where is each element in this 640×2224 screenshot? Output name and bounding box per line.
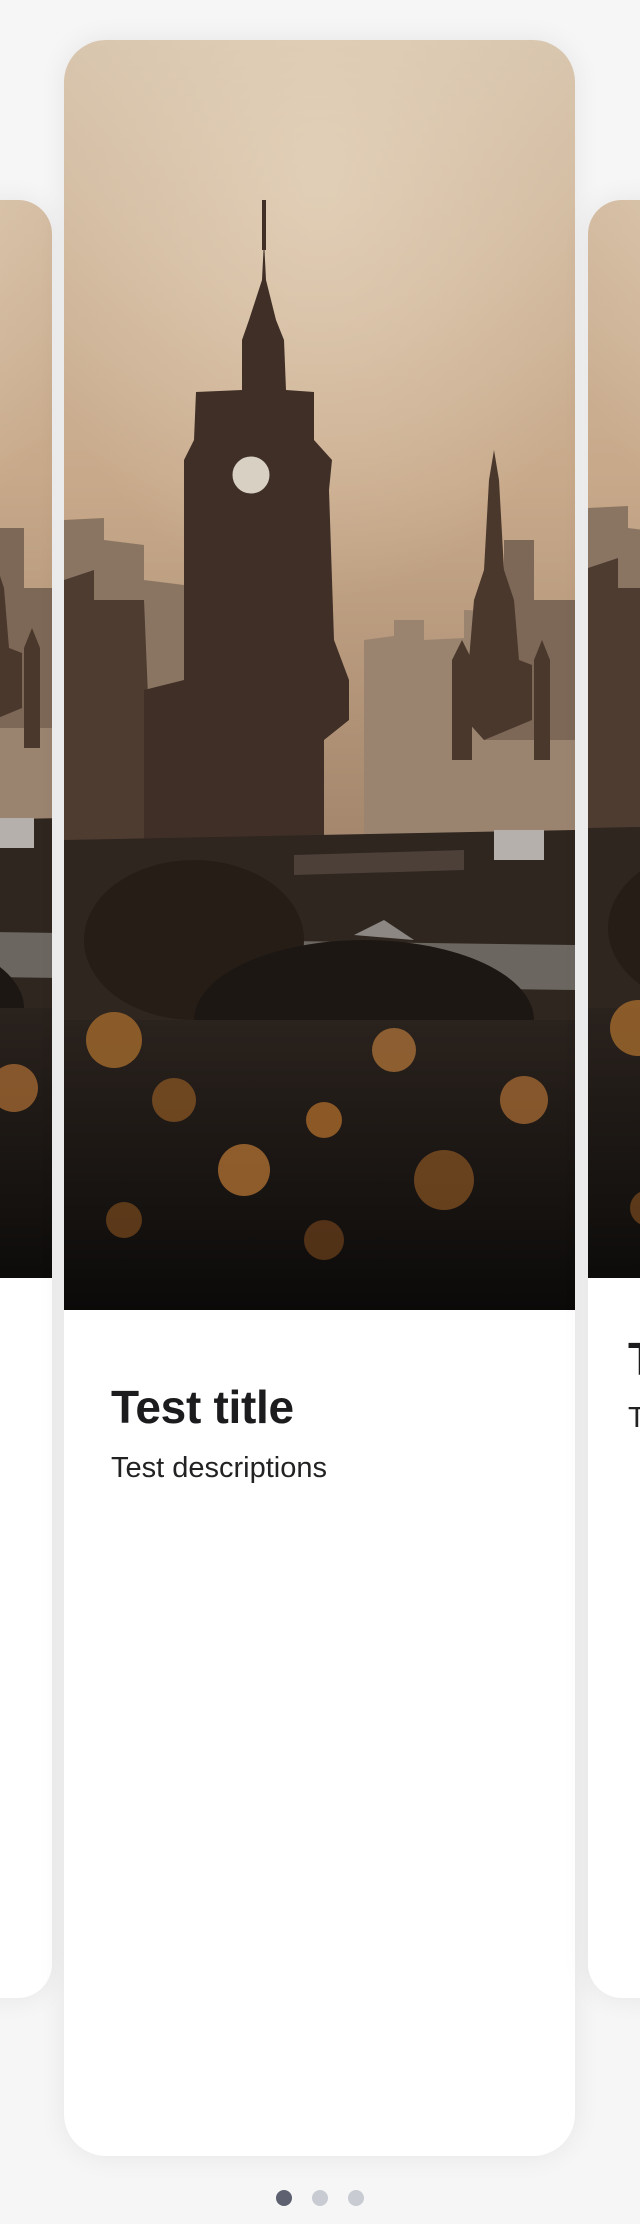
card-carousel[interactable]: Test title Test descriptions Test title …	[0, 0, 640, 2224]
page-dot-3[interactable]	[348, 2190, 364, 2206]
card-description: Test descriptions	[628, 1402, 640, 1434]
carousel-card-next[interactable]: Test title Test descriptions	[588, 200, 640, 1998]
page-dot-1[interactable]	[276, 2190, 292, 2206]
card-image	[64, 40, 575, 1310]
card-image	[0, 200, 52, 1278]
page-dot-2[interactable]	[312, 2190, 328, 2206]
card-description: Test descriptions	[111, 1452, 327, 1484]
card-image	[588, 200, 640, 1278]
carousel-card-previous[interactable]	[0, 200, 52, 1998]
card-title: Test title	[628, 1332, 640, 1386]
page-indicator	[0, 2190, 640, 2206]
carousel-card-active[interactable]: Test title Test descriptions	[64, 40, 575, 2156]
card-title: Test title	[111, 1381, 294, 1433]
